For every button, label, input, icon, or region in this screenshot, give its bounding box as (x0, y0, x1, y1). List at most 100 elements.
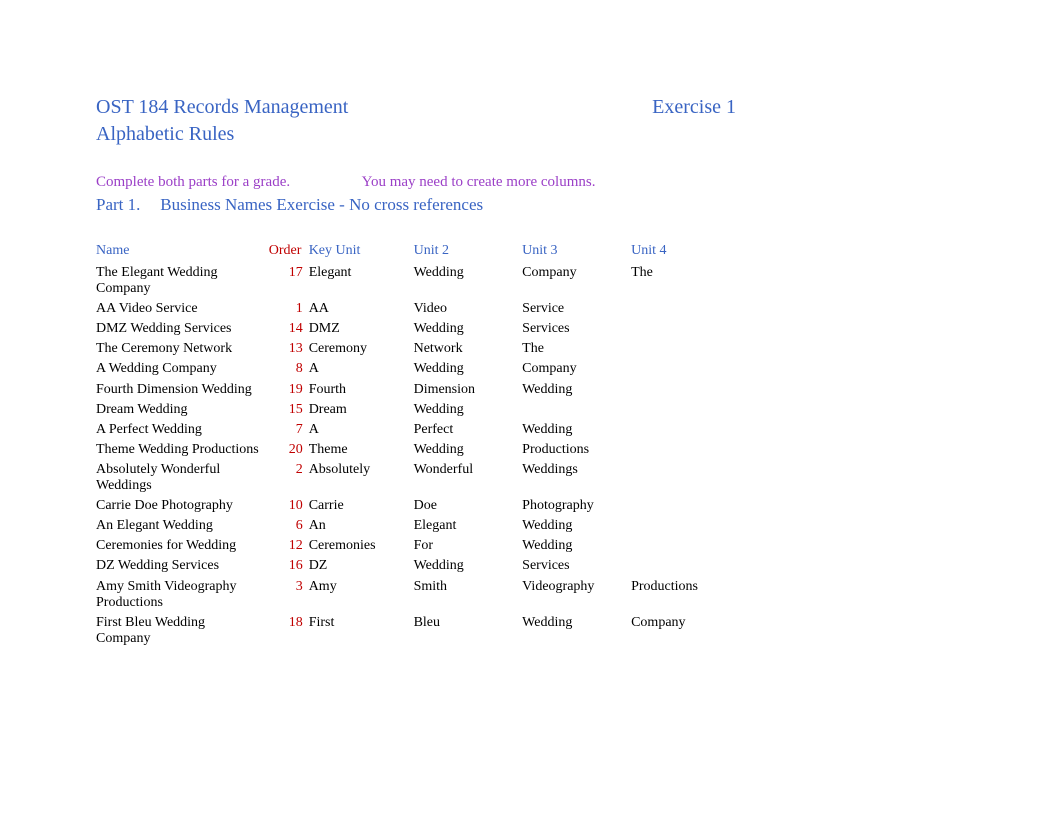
cell-order: 17 (269, 263, 309, 299)
cell-u2: Wedding (414, 400, 523, 420)
cell-u3: Productions (522, 440, 631, 460)
cell-u4 (631, 420, 736, 440)
cell-order: 6 (269, 516, 309, 536)
cell-u4: Productions (631, 577, 736, 613)
table-row: Fourth Dimension Wedding19FourthDimensio… (96, 380, 736, 400)
cell-name: A Perfect Wedding (96, 420, 269, 440)
cell-name: Absolutely Wonderful Weddings (96, 460, 269, 496)
cell-order: 15 (269, 400, 309, 420)
cell-u4 (631, 496, 736, 516)
table-row: AA Video Service1AAVideoService (96, 299, 736, 319)
cell-key: A (309, 420, 414, 440)
cell-u3 (522, 400, 631, 420)
table-row: A Perfect Wedding7APerfectWedding (96, 420, 736, 440)
cell-order: 19 (269, 380, 309, 400)
cell-u3: Videography (522, 577, 631, 613)
instructions-line: Complete both parts for a grade. You may… (96, 174, 736, 191)
cell-key: Carrie (309, 496, 414, 516)
cell-u4 (631, 339, 736, 359)
course-title: OST 184 Records Management (96, 96, 652, 119)
cell-name: AA Video Service (96, 299, 269, 319)
table-row: Ceremonies for Wedding12CeremoniesForWed… (96, 536, 736, 556)
cell-key: Ceremony (309, 339, 414, 359)
cell-name: First Bleu Wedding Company (96, 613, 269, 649)
cell-order: 13 (269, 339, 309, 359)
cell-key: DMZ (309, 319, 414, 339)
cell-u3: The (522, 339, 631, 359)
cell-u2: Wedding (414, 319, 523, 339)
part-line: Part 1. Business Names Exercise - No cro… (96, 195, 736, 215)
cell-key: Amy (309, 577, 414, 613)
cell-name: Ceremonies for Wedding (96, 536, 269, 556)
col-header-key: Key Unit (309, 239, 414, 263)
col-header-order: Order (269, 239, 309, 263)
cell-u3: Photography (522, 496, 631, 516)
table-row: Amy Smith Videography Productions3AmySmi… (96, 577, 736, 613)
document-page: OST 184 Records Management Exercise 1 Al… (0, 0, 736, 649)
cell-u4: The (631, 263, 736, 299)
cell-name: The Elegant Wedding Company (96, 263, 269, 299)
cell-u3: Company (522, 263, 631, 299)
cell-u3: Wedding (522, 536, 631, 556)
col-header-name: Name (96, 239, 269, 263)
cell-name: DMZ Wedding Services (96, 319, 269, 339)
table-row: Theme Wedding Productions20ThemeWeddingP… (96, 440, 736, 460)
cell-key: Ceremonies (309, 536, 414, 556)
cell-u3: Wedding (522, 380, 631, 400)
cell-u2: Elegant (414, 516, 523, 536)
cell-order: 8 (269, 359, 309, 379)
cell-u4 (631, 556, 736, 576)
cell-name: Carrie Doe Photography (96, 496, 269, 516)
cell-key: Dream (309, 400, 414, 420)
cell-order: 18 (269, 613, 309, 649)
cell-u2: Smith (414, 577, 523, 613)
cell-name: A Wedding Company (96, 359, 269, 379)
cell-u2: Network (414, 339, 523, 359)
part-title: Business Names Exercise - No cross refer… (160, 195, 483, 214)
cell-key: Absolutely (309, 460, 414, 496)
table-row: An Elegant Wedding6AnElegantWedding (96, 516, 736, 536)
table-row: A Wedding Company8AWeddingCompany (96, 359, 736, 379)
cell-u4 (631, 516, 736, 536)
cell-u2: Video (414, 299, 523, 319)
cell-u2: Dimension (414, 380, 523, 400)
cell-u2: For (414, 536, 523, 556)
exercise-number: Exercise 1 (652, 96, 736, 119)
part-number: Part 1. (96, 195, 156, 215)
cell-order: 20 (269, 440, 309, 460)
cell-u4 (631, 460, 736, 496)
cell-order: 3 (269, 577, 309, 613)
cell-name: Fourth Dimension Wedding (96, 380, 269, 400)
col-header-u4: Unit 4 (631, 239, 736, 263)
cell-order: 2 (269, 460, 309, 496)
cell-u3: Wedding (522, 420, 631, 440)
table-row: The Elegant Wedding Company17ElegantWedd… (96, 263, 736, 299)
table-row: Dream Wedding15DreamWedding (96, 400, 736, 420)
cell-order: 16 (269, 556, 309, 576)
instructions-right: You may need to create more columns. (362, 174, 596, 191)
cell-order: 10 (269, 496, 309, 516)
table-row: DMZ Wedding Services14DMZWeddingServices (96, 319, 736, 339)
cell-order: 12 (269, 536, 309, 556)
cell-u3: Service (522, 299, 631, 319)
cell-u4 (631, 400, 736, 420)
cell-u2: Wedding (414, 359, 523, 379)
cell-u3: Services (522, 319, 631, 339)
table-header-row: Name Order Key Unit Unit 2 Unit 3 Unit 4 (96, 239, 736, 263)
cell-order: 1 (269, 299, 309, 319)
cell-u2: Wonderful (414, 460, 523, 496)
cell-u3: Services (522, 556, 631, 576)
cell-u2: Wedding (414, 556, 523, 576)
cell-key: First (309, 613, 414, 649)
cell-u3: Wedding (522, 516, 631, 536)
table-row: DZ Wedding Services16DZWeddingServices (96, 556, 736, 576)
cell-u3: Wedding (522, 613, 631, 649)
cell-name: The Ceremony Network (96, 339, 269, 359)
col-header-u2: Unit 2 (414, 239, 523, 263)
cell-u2: Wedding (414, 440, 523, 460)
cell-u4 (631, 319, 736, 339)
cell-name: Theme Wedding Productions (96, 440, 269, 460)
cell-order: 14 (269, 319, 309, 339)
table-row: Absolutely Wonderful Weddings2Absolutely… (96, 460, 736, 496)
cell-u3: Weddings (522, 460, 631, 496)
